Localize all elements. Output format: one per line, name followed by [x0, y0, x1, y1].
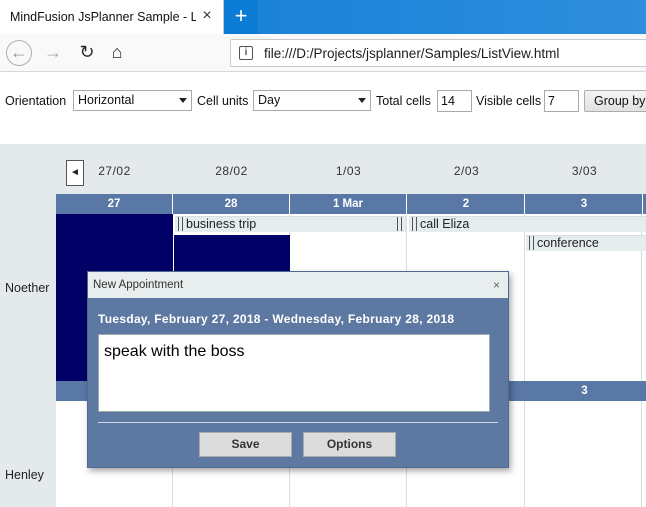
date-header-row: ◄ 27/02 28/02 1/03 2/03 3/03	[56, 144, 646, 194]
tab-bar-background	[258, 0, 646, 34]
browser-tab-bar: MindFusion JsPlanner Sample - List × +	[0, 0, 646, 34]
save-button[interactable]: Save	[199, 432, 292, 457]
appointment-subject-field[interactable]: speak with the boss	[98, 334, 490, 412]
chevron-down-icon	[358, 98, 366, 103]
new-appointment-dialog: New Appointment × Tuesday, February 27, …	[87, 271, 509, 468]
tab-close-icon[interactable]: ×	[199, 8, 215, 24]
day-header[interactable]: 27	[56, 194, 173, 214]
appointment-label: conference	[537, 236, 599, 250]
appointment-label: business trip	[186, 217, 257, 231]
orientation-value: Horizontal	[78, 93, 135, 107]
day-header[interactable]: 2	[408, 194, 525, 214]
orientation-select[interactable]: Horizontal	[73, 90, 192, 111]
visible-cells-label: Visible cells	[476, 94, 542, 108]
resize-handle-icon[interactable]	[412, 217, 417, 231]
cell-units-label: Cell units	[197, 94, 249, 108]
total-cells-label: Total cells	[376, 94, 431, 108]
day-header[interactable]: 1 Mar	[290, 194, 407, 214]
planner-toolbar: Orientation Horizontal Cell units Day To…	[0, 72, 646, 144]
orientation-label: Orientation	[5, 94, 67, 108]
cell-units-select[interactable]: Day	[253, 90, 371, 111]
close-icon[interactable]: ×	[493, 278, 500, 292]
dialog-title: New Appointment	[93, 279, 184, 291]
total-cells-input[interactable]: 14	[437, 90, 472, 112]
dialog-header[interactable]: New Appointment ×	[88, 272, 508, 298]
resize-handle-icon[interactable]	[529, 236, 534, 250]
browser-nav-bar: ← → ↻ ⌂ i file:///D:/Projects/jsplanner/…	[0, 34, 646, 72]
date-header: 2/03	[453, 164, 480, 178]
day-header[interactable]: 3	[526, 194, 643, 214]
visible-cells-input[interactable]: 7	[544, 90, 579, 112]
date-header: 28/02	[215, 164, 248, 178]
resource-column: Noether Henley	[0, 144, 56, 507]
day-header[interactable]: 28	[173, 194, 290, 214]
reload-icon[interactable]: ↻	[74, 40, 100, 66]
day-header[interactable]: 3	[526, 381, 643, 401]
appointment-item[interactable]: business trip	[175, 216, 406, 232]
resource-name: Noether	[5, 281, 50, 295]
appointment-label: call Eliza	[420, 217, 470, 231]
resource-name: Henley	[5, 468, 44, 482]
appointment-date-range: Tuesday, February 27, 2018 - Wednesday, …	[98, 312, 455, 326]
address-bar[interactable]: i file:///D:/Projects/jsplanner/Samples/…	[230, 39, 646, 67]
group-by-button[interactable]: Group by	[584, 90, 646, 112]
forward-arrow-icon[interactable]: →	[40, 40, 66, 66]
home-icon[interactable]: ⌂	[104, 40, 130, 66]
browser-tab[interactable]: MindFusion JsPlanner Sample - List ×	[0, 0, 224, 34]
divider	[98, 422, 498, 423]
resize-handle-icon[interactable]	[178, 217, 183, 231]
new-tab-icon[interactable]: +	[230, 5, 252, 27]
date-header: 3/03	[571, 164, 598, 178]
appointment-item[interactable]: conference	[526, 235, 646, 251]
date-header: 1/03	[335, 164, 362, 178]
back-arrow-icon[interactable]: ←	[6, 40, 32, 66]
date-header: 27/02	[98, 164, 131, 178]
cell-units-value: Day	[258, 93, 281, 107]
day-header-row: 27 28 1 Mar 2 3	[56, 194, 646, 214]
page-info-icon[interactable]: i	[239, 46, 253, 60]
app-window: MindFusion JsPlanner Sample - List × + ←…	[0, 0, 646, 507]
tab-title: MindFusion JsPlanner Sample - List	[10, 10, 196, 24]
chevron-down-icon	[179, 98, 187, 103]
appointment-item[interactable]: call Eliza	[409, 216, 646, 232]
resize-handle-icon[interactable]	[397, 217, 402, 231]
day-cell[interactable]	[525, 214, 642, 507]
url-text[interactable]: file:///D:/Projects/jsplanner/Samples/Li…	[264, 46, 559, 61]
options-button[interactable]: Options	[303, 432, 396, 457]
